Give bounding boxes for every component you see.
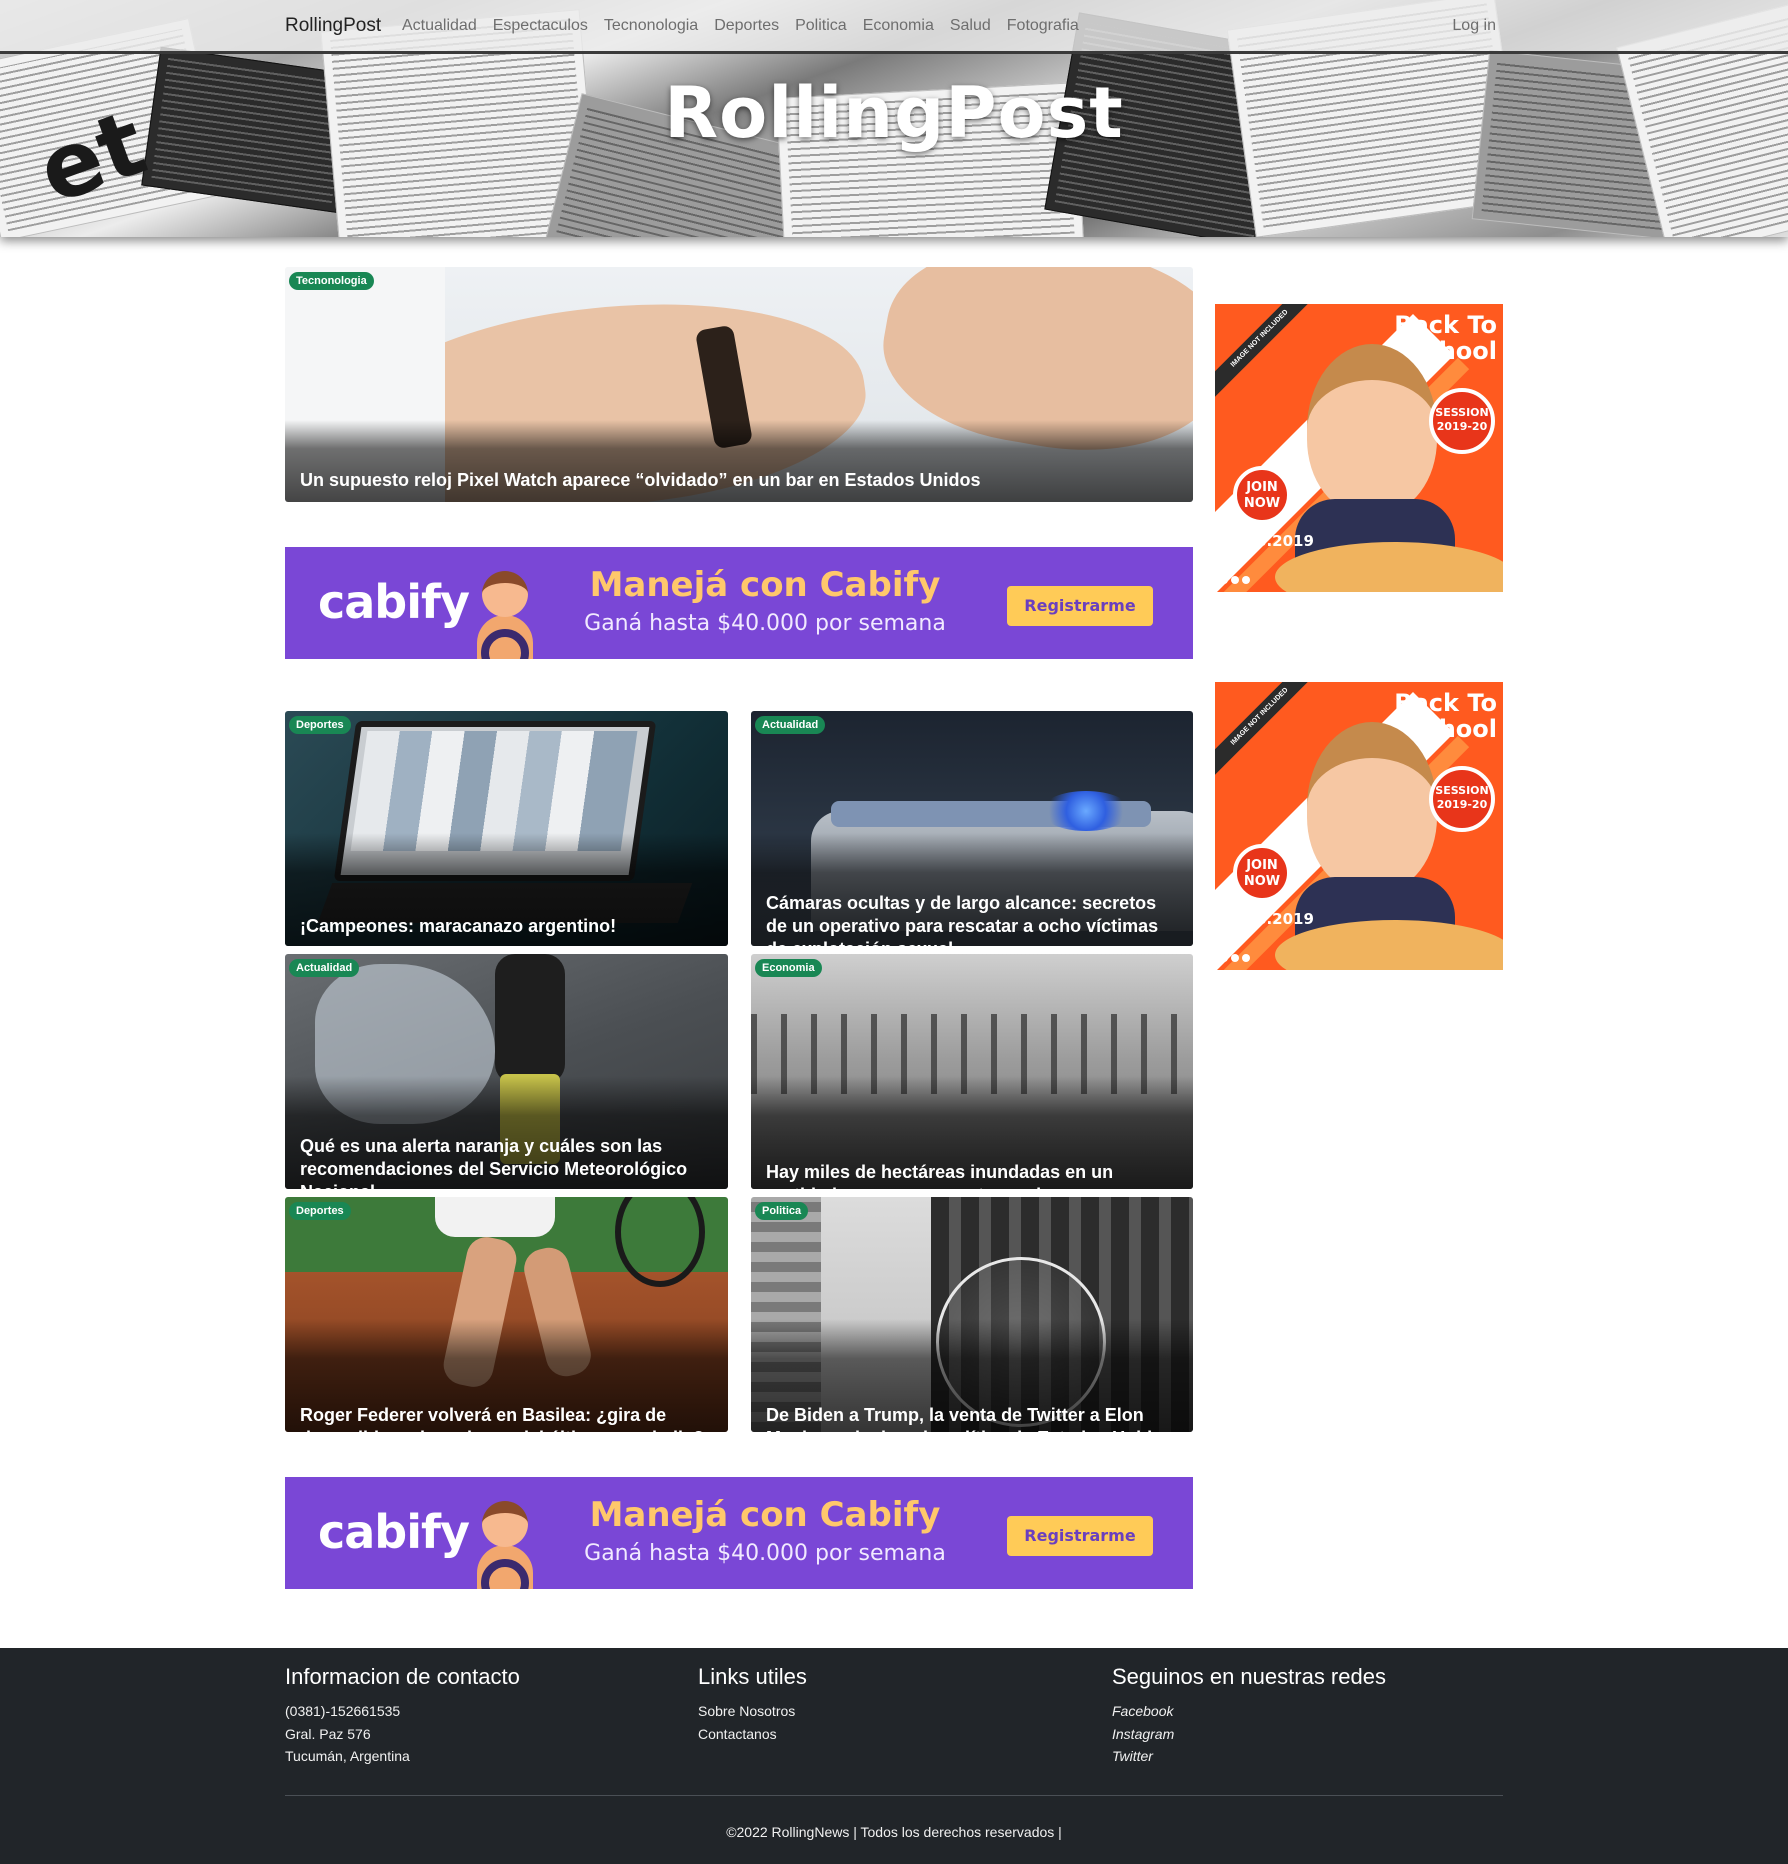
ad-register-button[interactable]: Registrarme (1007, 1516, 1153, 1556)
ad-title-line: Back To (1394, 311, 1497, 339)
ad-join-button[interactable]: JOIN NOW (1233, 466, 1291, 524)
cabify-ad-banner[interactable]: cabify Manejá con Cabify Ganá hasta $40.… (285, 547, 1193, 659)
footer-divider (285, 1795, 1503, 1796)
cabify-ad-banner[interactable]: cabify Manejá con Cabify Ganá hasta $40.… (285, 1477, 1193, 1589)
category-badge[interactable]: Deportes (289, 716, 351, 734)
footer-heading: Seguinos en nuestras redes (1112, 1664, 1386, 1689)
ad-driver-illustration (482, 571, 528, 617)
footer-links: Links utiles Sobre Nosotros Contactanos (698, 1664, 807, 1745)
news-image-siren-light (1041, 791, 1131, 831)
nav-item-deportes[interactable]: Deportes (714, 17, 779, 35)
category-badge[interactable]: Actualidad (755, 716, 826, 734)
news-card[interactable]: Deportes Roger Federer volverá en Basile… (285, 1197, 728, 1432)
social-dot-icon (1220, 954, 1228, 962)
social-link-instagram[interactable]: Instagram (1112, 1723, 1386, 1746)
contact-city: Tucumán, Argentina (285, 1748, 410, 1764)
social-dot-icon (1220, 576, 1228, 584)
ad-social-icons (1220, 576, 1250, 584)
hero-title: RollingPost (664, 72, 1124, 154)
news-title[interactable]: Cámaras ocultas y de largo alcance: secr… (766, 892, 1175, 946)
ad-corner-label: IMAGE NOT INCLUDED (1215, 682, 1320, 777)
navbar-brand[interactable]: RollingPost (285, 15, 381, 37)
ad-date: 20.08.2019 (1219, 532, 1314, 550)
ad-subline: Ganá hasta $40.000 por semana (584, 1541, 946, 1566)
ad-title-line: School (1407, 337, 1497, 365)
category-badge[interactable]: Economia (755, 959, 822, 977)
footer-contact: Informacion de contacto (0381)-152661535… (285, 1664, 520, 1768)
category-badge[interactable]: Actualidad (289, 959, 360, 977)
nav-item-actualidad[interactable]: Actualidad (402, 17, 477, 35)
news-card[interactable]: Politica De Biden a Trump, la venta de T… (751, 1197, 1193, 1432)
news-title[interactable]: ¡Campeones: maracanazo argentino! (300, 915, 710, 938)
news-title[interactable]: De Biden a Trump, la venta de Twitter a … (766, 1404, 1175, 1432)
site-footer: Informacion de contacto (0381)-152661535… (0, 1648, 1788, 1864)
news-image-tennis-player (435, 1197, 555, 1237)
category-badge[interactable]: Politica (755, 1202, 809, 1220)
cabify-logo: cabify (318, 575, 470, 629)
category-badge[interactable]: Tecnonologia (289, 272, 374, 290)
back-to-school-ad[interactable]: IMAGE NOT INCLUDED Back To School SESSION… (1215, 304, 1503, 592)
ad-session-badge: SESSION 2019-20 (1429, 388, 1495, 454)
back-to-school-ad[interactable]: IMAGE NOT INCLUDED Back To School SESSION… (1215, 682, 1503, 970)
news-card[interactable]: Deportes ¡Campeones: maracanazo argentin… (285, 711, 728, 946)
footer-link-sobre-nosotros[interactable]: Sobre Nosotros (698, 1700, 807, 1723)
footer-link-contactanos[interactable]: Contactanos (698, 1723, 807, 1746)
social-link-facebook[interactable]: Facebook (1112, 1700, 1386, 1723)
copyright-text: ©2022 RollingNews | Todos los derechos r… (726, 1824, 1062, 1840)
news-image-racket (615, 1197, 705, 1287)
contact-phone: (0381)-152661535 (285, 1703, 401, 1719)
nav-item-espectaculos[interactable]: Espectaculos (493, 17, 588, 35)
footer-heading: Links utiles (698, 1664, 807, 1689)
featured-news-card[interactable]: Tecnonologia Un supuesto reloj Pixel Wat… (285, 267, 1193, 502)
nav-item-fotografia[interactable]: Fotografia (1007, 17, 1079, 35)
ad-corner-label: IMAGE NOT INCLUDED (1215, 304, 1320, 399)
ad-title-line: Back To (1394, 689, 1497, 717)
news-card[interactable]: Actualidad Qué es una alerta naranja y c… (285, 954, 728, 1189)
footer-social: Seguinos en nuestras redes Facebook Inst… (1112, 1664, 1386, 1768)
social-dot-icon (1242, 954, 1250, 962)
ad-subline: Ganá hasta $40.000 por semana (584, 611, 946, 636)
ad-title-line: School (1407, 715, 1497, 743)
social-dot-icon (1231, 954, 1239, 962)
hero-header: et RollingPost Actualidad Espectaculos T… (0, 0, 1788, 237)
ad-driver-illustration (482, 1501, 528, 1547)
footer-heading: Informacion de contacto (285, 1664, 520, 1689)
ad-child-photo (1307, 344, 1437, 514)
ad-register-button[interactable]: Registrarme (1007, 586, 1153, 626)
news-card[interactable]: Actualidad Cámaras ocultas y de largo al… (751, 711, 1193, 946)
featured-news-title[interactable]: Un supuesto reloj Pixel Watch aparece “o… (300, 469, 1175, 492)
nav-item-tecnologia[interactable]: Tecnonologia (604, 17, 698, 35)
news-image-legs (495, 954, 565, 1084)
news-card[interactable]: Economia Hay miles de hectáreas inundada… (751, 954, 1193, 1189)
ad-social-icons (1220, 954, 1250, 962)
nav-item-politica[interactable]: Politica (795, 17, 847, 35)
social-dot-icon (1231, 576, 1239, 584)
news-title[interactable]: Qué es una alerta naranja y cuáles son l… (300, 1135, 710, 1189)
cabify-logo: cabify (318, 1505, 470, 1559)
login-link[interactable]: Log in (1452, 17, 1496, 35)
category-badge[interactable]: Deportes (289, 1202, 351, 1220)
nav-item-salud[interactable]: Salud (950, 17, 991, 35)
ad-headline: Manejá con Cabify (589, 565, 941, 605)
news-title[interactable]: Roger Federer volverá en Basilea: ¿gira … (300, 1404, 710, 1432)
top-navbar: RollingPost Actualidad Espectaculos Tecn… (0, 0, 1788, 54)
nav-menu: Actualidad Espectaculos Tecnonologia Dep… (402, 17, 1095, 35)
ad-join-button[interactable]: JOIN NOW (1233, 844, 1291, 902)
ad-title: Back To School (1394, 312, 1497, 364)
ad-headline: Manejá con Cabify (589, 1495, 941, 1535)
contact-address: Gral. Paz 576 (285, 1725, 371, 1742)
ad-child-photo (1307, 722, 1437, 892)
social-link-twitter[interactable]: Twitter (1112, 1745, 1386, 1768)
ad-session-badge: SESSION 2019-20 (1429, 766, 1495, 832)
ad-title: Back To School (1394, 690, 1497, 742)
nav-item-economia[interactable]: Economia (863, 17, 934, 35)
ad-date: 20.08.2019 (1219, 910, 1314, 928)
news-title[interactable]: Hay miles de hectáreas inundadas en un p… (766, 1161, 1175, 1189)
social-dot-icon (1242, 576, 1250, 584)
